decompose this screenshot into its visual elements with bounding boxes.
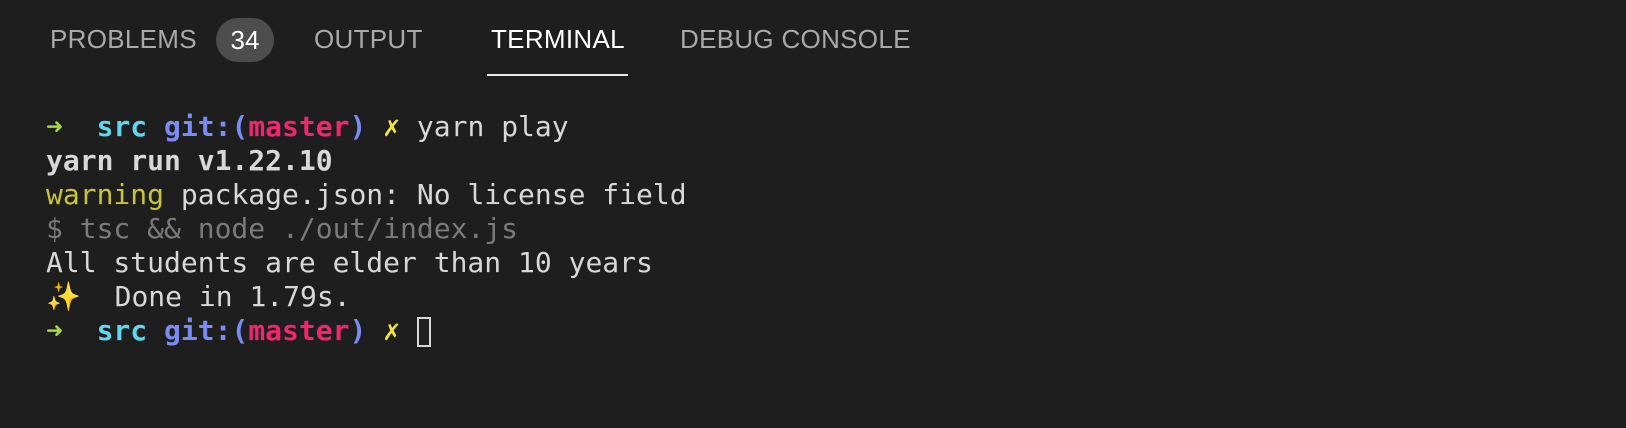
prompt-dirty-icon: ✗ bbox=[383, 110, 401, 143]
terminal-line-yarn-run: yarn run v1.22.10 bbox=[46, 144, 333, 177]
terminal-line-output: All students are elder than 10 years bbox=[46, 246, 653, 279]
prompt-dirty-icon: ✗ bbox=[383, 314, 401, 347]
warning-label: warning bbox=[46, 178, 165, 211]
tab-debug-console[interactable]: DEBUG CONSOLE bbox=[680, 0, 911, 78]
tab-problems[interactable]: PROBLEMS bbox=[50, 0, 197, 78]
problems-count-badge: 34 bbox=[216, 18, 274, 62]
terminal-cursor[interactable] bbox=[416, 317, 431, 347]
tab-debug-console-label: DEBUG CONSOLE bbox=[680, 23, 911, 54]
terminal-line-warning: warning package.json: No license field bbox=[46, 178, 687, 212]
prompt-branch: master bbox=[248, 314, 350, 347]
done-text: Done in 1.79s. bbox=[80, 280, 351, 313]
terminal-output[interactable]: ➜ src git:(master) ✗ yarn play yarn run … bbox=[46, 110, 687, 348]
prompt-arrow-icon: ➜ bbox=[46, 110, 63, 143]
tab-terminal[interactable]: TERMINAL bbox=[491, 0, 625, 78]
panel-tab-bar: PROBLEMS 34 OUTPUT TERMINAL DEBUG CONSOL… bbox=[0, 0, 1626, 80]
prompt-branch: master bbox=[248, 110, 350, 143]
prompt-arrow-icon: ➜ bbox=[46, 314, 63, 347]
prompt-directory: src bbox=[96, 110, 148, 143]
tab-output-label: OUTPUT bbox=[314, 23, 423, 54]
terminal-line-prompt-command: ➜ src git:(master) ✗ yarn play bbox=[46, 110, 687, 144]
prompt-directory: src bbox=[96, 314, 148, 347]
prompt-git-close: ) bbox=[349, 314, 367, 347]
terminal-line-script: $ tsc && node ./out/index.js bbox=[46, 212, 519, 245]
tab-problems-label: PROBLEMS bbox=[50, 23, 197, 54]
terminal-line-prompt-current: ➜ src git:(master) ✗ bbox=[46, 314, 687, 348]
sparkles-icon: ✨ bbox=[46, 280, 81, 313]
terminal-command: yarn play bbox=[416, 110, 569, 143]
active-tab-indicator bbox=[487, 74, 628, 76]
prompt-git-label: git:( bbox=[164, 314, 249, 347]
warning-text: package.json: No license field bbox=[164, 178, 687, 211]
prompt-git-label: git:( bbox=[164, 110, 249, 143]
prompt-git-close: ) bbox=[349, 110, 367, 143]
tab-terminal-label: TERMINAL bbox=[491, 23, 625, 54]
terminal-line-done: ✨ Done in 1.79s. bbox=[46, 280, 687, 314]
tab-output[interactable]: OUTPUT bbox=[314, 0, 423, 78]
